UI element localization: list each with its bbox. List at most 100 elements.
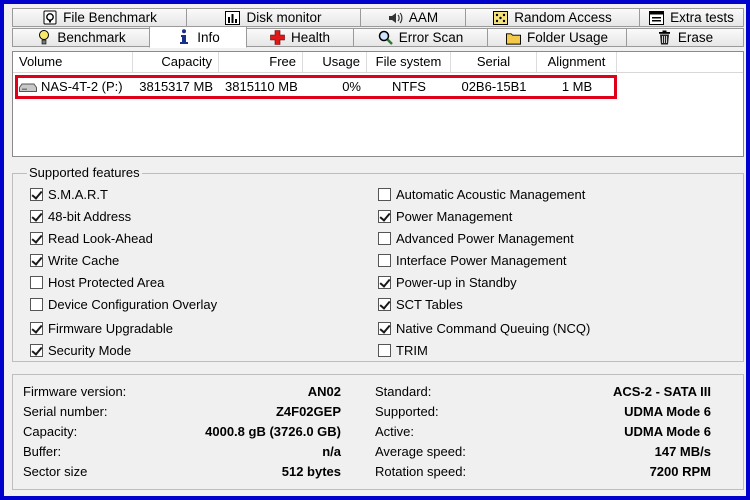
feature-device-configuration-overlay[interactable]: Device Configuration Overlay (30, 295, 217, 313)
group-title: Supported features (27, 165, 142, 180)
feature-power-management[interactable]: Power Management (378, 207, 512, 225)
column-header-capacity[interactable]: Capacity (133, 52, 219, 72)
tab-disk-monitor[interactable]: Disk monitor (186, 8, 361, 27)
info-row: Firmware version: AN02 Standard: ACS-2 -… (13, 382, 743, 402)
tab-label: Erase (677, 30, 714, 45)
checkbox[interactable] (378, 275, 391, 289)
feature-automatic-acoustic-management[interactable]: Automatic Acoustic Management (378, 185, 585, 203)
tab-folder-usage[interactable]: Folder Usage (487, 28, 627, 47)
tab-label: Random Access (514, 10, 612, 25)
checkbox[interactable] (378, 297, 391, 311)
supported-features-group: Supported features S.M.A.R.T 48-bit Addr… (12, 165, 744, 362)
checkbox[interactable] (378, 231, 391, 245)
tab-row-2: Benchmark Info Health Error Scan Folder … (12, 26, 744, 48)
checkbox[interactable] (378, 253, 391, 267)
column-header-volume[interactable]: Volume (13, 52, 133, 72)
checkbox[interactable] (30, 253, 43, 267)
feature-label: Interface Power Management (396, 252, 567, 268)
tab-erase[interactable]: Erase (626, 28, 744, 47)
feature-label: TRIM (396, 342, 428, 358)
info-value: 512 bytes (281, 464, 341, 479)
feature-sct-tables[interactable]: SCT Tables (378, 295, 463, 313)
tab-label: Extra tests (670, 10, 734, 25)
feature-label: Firmware Upgradable (48, 320, 173, 336)
info-row: Serial number: Z4F02GEP Supported: UDMA … (13, 402, 743, 422)
drive-info-panel: Firmware version: AN02 Standard: ACS-2 -… (12, 374, 744, 490)
tab-info[interactable]: Info (149, 26, 247, 48)
feature-write-cache[interactable]: Write Cache (30, 251, 119, 269)
tab-extra-tests[interactable]: Extra tests (639, 8, 744, 27)
feature-label: Host Protected Area (48, 274, 165, 290)
selection-highlight-box (15, 75, 617, 99)
tab-health[interactable]: Health (246, 28, 354, 47)
feature-security-mode[interactable]: Security Mode (30, 341, 131, 359)
magnifier-icon (378, 30, 393, 45)
feature-read-look-ahead[interactable]: Read Look-Ahead (30, 229, 153, 247)
info-key: Firmware version: (23, 384, 127, 399)
feature-label: 48-bit Address (48, 208, 132, 224)
checkbox[interactable] (378, 209, 391, 223)
tab-file-benchmark[interactable]: File Benchmark (12, 8, 187, 27)
column-header-usage[interactable]: Usage (303, 52, 367, 72)
column-header-file-system[interactable]: File system (367, 52, 451, 72)
info-value: n/a (322, 444, 341, 459)
info-row: Buffer: n/a Average speed: 147 MB/s (13, 442, 743, 462)
feature-label: Device Configuration Overlay (48, 296, 218, 312)
app-window: File Benchmark Disk monitor AAM Random A… (4, 4, 746, 496)
info-value: ACS-2 - SATA III (613, 384, 711, 399)
info-key: Standard: (375, 384, 432, 399)
tab-label: AAM (408, 10, 439, 25)
column-header-serial[interactable]: Serial (451, 52, 537, 72)
feature-label: Write Cache (48, 252, 120, 268)
checkbox[interactable] (30, 275, 43, 289)
feature-power-up-in-standby[interactable]: Power-up in Standby (378, 273, 517, 291)
feature-label: SCT Tables (396, 296, 463, 312)
info-value: 147 MB/s (654, 444, 711, 459)
column-header-free[interactable]: Free (219, 52, 303, 72)
info-value: 7200 RPM (649, 464, 711, 479)
checkbox[interactable] (378, 187, 391, 201)
tab-error-scan[interactable]: Error Scan (353, 28, 488, 47)
red-cross-icon (270, 30, 285, 45)
checkbox[interactable] (378, 343, 391, 357)
info-key: Rotation speed: (375, 464, 467, 479)
feature-label: Automatic Acoustic Management (396, 186, 586, 202)
tab-aam[interactable]: AAM (360, 8, 466, 27)
feature-label: Read Look-Ahead (48, 230, 153, 246)
feature-ncq[interactable]: Native Command Queuing (NCQ) (378, 319, 590, 337)
info-value: 4000.8 gB (3726.0 GB) (205, 424, 341, 439)
volume-list-header: Volume Capacity Free Usage File system S… (13, 52, 743, 73)
feature-trim[interactable]: TRIM (378, 341, 428, 359)
feature-interface-power-management[interactable]: Interface Power Management (378, 251, 567, 269)
column-header-alignment[interactable]: Alignment (537, 52, 617, 72)
info-key: Buffer: (23, 444, 62, 459)
feature-firmware-upgradable[interactable]: Firmware Upgradable (30, 319, 173, 337)
volume-list[interactable]: Volume Capacity Free Usage File system S… (12, 51, 744, 157)
feature-host-protected-area[interactable]: Host Protected Area (30, 273, 164, 291)
checkbox[interactable] (30, 321, 43, 335)
info-row: Capacity: 4000.8 gB (3726.0 GB) Active: … (13, 422, 743, 442)
info-value: UDMA Mode 6 (624, 424, 711, 439)
bar-chart-icon (225, 10, 241, 25)
checkbox[interactable] (30, 231, 43, 245)
feature-smart[interactable]: S.M.A.R.T (30, 185, 108, 203)
info-key: Average speed: (375, 444, 466, 459)
checkbox[interactable] (30, 297, 43, 311)
tab-label: Health (290, 30, 331, 45)
info-key: Active: (375, 424, 415, 439)
feature-label: S.M.A.R.T (48, 186, 108, 202)
feature-label: Advanced Power Management (396, 230, 574, 246)
feature-48bit-address[interactable]: 48-bit Address (30, 207, 131, 225)
tab-random-access[interactable]: Random Access (465, 8, 640, 27)
checkbox[interactable] (30, 187, 43, 201)
tab-label: File Benchmark (63, 10, 157, 25)
feature-advanced-power-management[interactable]: Advanced Power Management (378, 229, 574, 247)
tab-benchmark[interactable]: Benchmark (12, 28, 150, 47)
tab-row-1: File Benchmark Disk monitor AAM Random A… (12, 8, 744, 28)
info-value: Z4F02GEP (275, 404, 341, 419)
info-key: Capacity: (23, 424, 78, 439)
checkbox[interactable] (30, 209, 43, 223)
folder-icon (505, 30, 521, 45)
checkbox[interactable] (378, 321, 391, 335)
checkbox[interactable] (30, 343, 43, 357)
